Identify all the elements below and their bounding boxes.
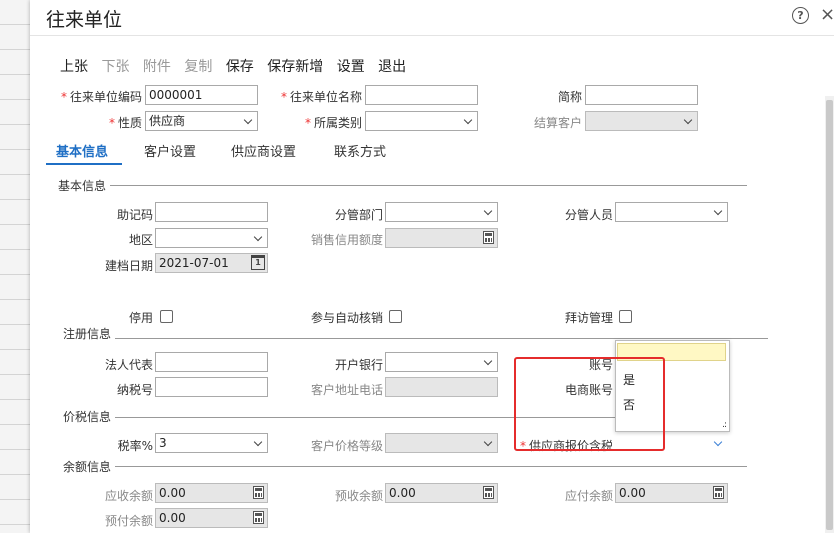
section-divider (110, 185, 747, 186)
payable-label: 应付余额 (564, 489, 613, 503)
section-tax-info: 价税信息 (63, 410, 112, 424)
receivable-label: 应收余额 (104, 489, 153, 503)
tab-contact[interactable]: 联系方式 (334, 141, 386, 160)
section-divider (115, 466, 747, 467)
legal-rep-input[interactable] (155, 352, 268, 372)
payable-value: 0.00 (619, 486, 646, 500)
dialog-title: 往来单位 (46, 9, 123, 31)
bank-select[interactable] (385, 352, 498, 372)
settle-customer-label: 结算客户 (533, 116, 582, 130)
prepay-input: 0.00 (155, 508, 268, 528)
prereceive-value: 0.00 (389, 486, 416, 500)
name-input[interactable] (365, 85, 478, 105)
visit-label: 拜访管理 (564, 311, 613, 325)
code-input[interactable]: 0000001 (145, 85, 258, 105)
date-value: 2021-07-01 (159, 256, 229, 270)
receivable-input: 0.00 (155, 483, 268, 503)
help-icon[interactable]: ? (792, 7, 809, 24)
prereceive-label: 预收余额 (334, 489, 383, 503)
calculator-icon (713, 486, 724, 499)
category-select[interactable] (365, 111, 478, 131)
tax-rate-select[interactable]: 3 (155, 433, 268, 453)
address-phone-input (385, 377, 498, 397)
next-button[interactable]: 下张 (101, 59, 129, 75)
save-button[interactable]: 保存 (226, 59, 254, 75)
mnemonic-input[interactable] (155, 202, 268, 222)
dialog-window: 往来单位 ? × 上张 下张 附件 复制 保存 保存新增 设置 退出 * 往来单位… (30, 0, 834, 533)
tax-no-input[interactable] (155, 377, 268, 397)
title-divider (30, 35, 834, 36)
disable-label: 停用 (128, 311, 153, 325)
vertical-scrollbar[interactable] (825, 96, 834, 533)
legal-rep-label: 法人代表 (104, 358, 153, 372)
section-register-info: 注册信息 (63, 327, 112, 341)
calendar-icon[interactable]: 1 (251, 255, 265, 270)
prepay-label: 预付余额 (104, 514, 153, 528)
bank-label: 开户银行 (334, 358, 383, 372)
credit-label: 销售信用额度 (310, 233, 383, 247)
calculator-icon[interactable] (483, 231, 494, 244)
calculator-icon (253, 511, 264, 524)
nature-label: * 性质 (108, 116, 142, 130)
scrollbar-thumb[interactable] (826, 100, 833, 530)
calculator-icon (253, 486, 264, 499)
mnemonic-label: 助记码 (116, 208, 153, 222)
background-list (0, 0, 30, 533)
receivable-value: 0.00 (159, 486, 186, 500)
save-new-button[interactable]: 保存新增 (267, 59, 323, 75)
section-divider (115, 338, 768, 339)
auto-verify-checkbox[interactable] (389, 310, 402, 323)
close-icon[interactable]: × (820, 4, 834, 25)
short-name-label: 简称 (557, 90, 582, 104)
active-tab-underline (46, 163, 122, 165)
exit-button[interactable]: 退出 (378, 59, 406, 75)
tab-supplier-settings[interactable]: 供应商设置 (231, 141, 296, 160)
short-name-input[interactable] (585, 85, 698, 105)
address-phone-label: 客户地址电话 (310, 383, 383, 397)
tax-no-label: 纳税号 (116, 383, 153, 397)
section-balance-info: 余额信息 (63, 460, 112, 474)
credit-input (385, 228, 498, 248)
price-level-label: 客户价格等级 (310, 439, 383, 453)
dept-label: 分管部门 (334, 208, 383, 222)
dept-select[interactable] (385, 202, 498, 222)
date-label: 建档日期 (104, 259, 153, 273)
staff-select[interactable] (615, 202, 728, 222)
prev-button[interactable]: 上张 (60, 59, 88, 75)
calculator-icon (483, 486, 494, 499)
category-label: * 所属类别 (304, 116, 362, 130)
prereceive-input: 0.00 (385, 483, 498, 503)
code-label: * 往来单位编码 (60, 90, 142, 104)
region-label: 地区 (128, 233, 153, 247)
prepay-value: 0.00 (159, 511, 186, 525)
disable-checkbox[interactable] (160, 310, 173, 323)
price-level-select (385, 433, 498, 453)
tab-basic-info[interactable]: 基本信息 (56, 141, 108, 160)
toolbar: 上张 下张 附件 复制 保存 保存新增 设置 退出 (60, 56, 415, 76)
tab-customer-settings[interactable]: 客户设置 (144, 141, 196, 160)
section-basic-info: 基本信息 (58, 179, 107, 193)
attachment-button[interactable]: 附件 (143, 59, 171, 75)
resize-grip-icon[interactable]: .: (722, 420, 727, 430)
settle-customer-select (585, 111, 698, 131)
name-label: * 往来单位名称 (280, 90, 362, 104)
copy-button[interactable]: 复制 (184, 59, 212, 75)
staff-label: 分管人员 (564, 208, 613, 222)
date-input[interactable]: 2021-07-01 1 (155, 253, 268, 273)
payable-input: 0.00 (615, 483, 728, 503)
region-select[interactable] (155, 228, 268, 248)
settings-button[interactable]: 设置 (337, 59, 365, 75)
highlight-box (514, 357, 665, 451)
auto-verify-label: 参与自动核销 (310, 311, 383, 325)
tax-rate-label: 税率% (117, 439, 153, 453)
nature-select[interactable]: 供应商 (145, 111, 258, 131)
visit-checkbox[interactable] (619, 310, 632, 323)
